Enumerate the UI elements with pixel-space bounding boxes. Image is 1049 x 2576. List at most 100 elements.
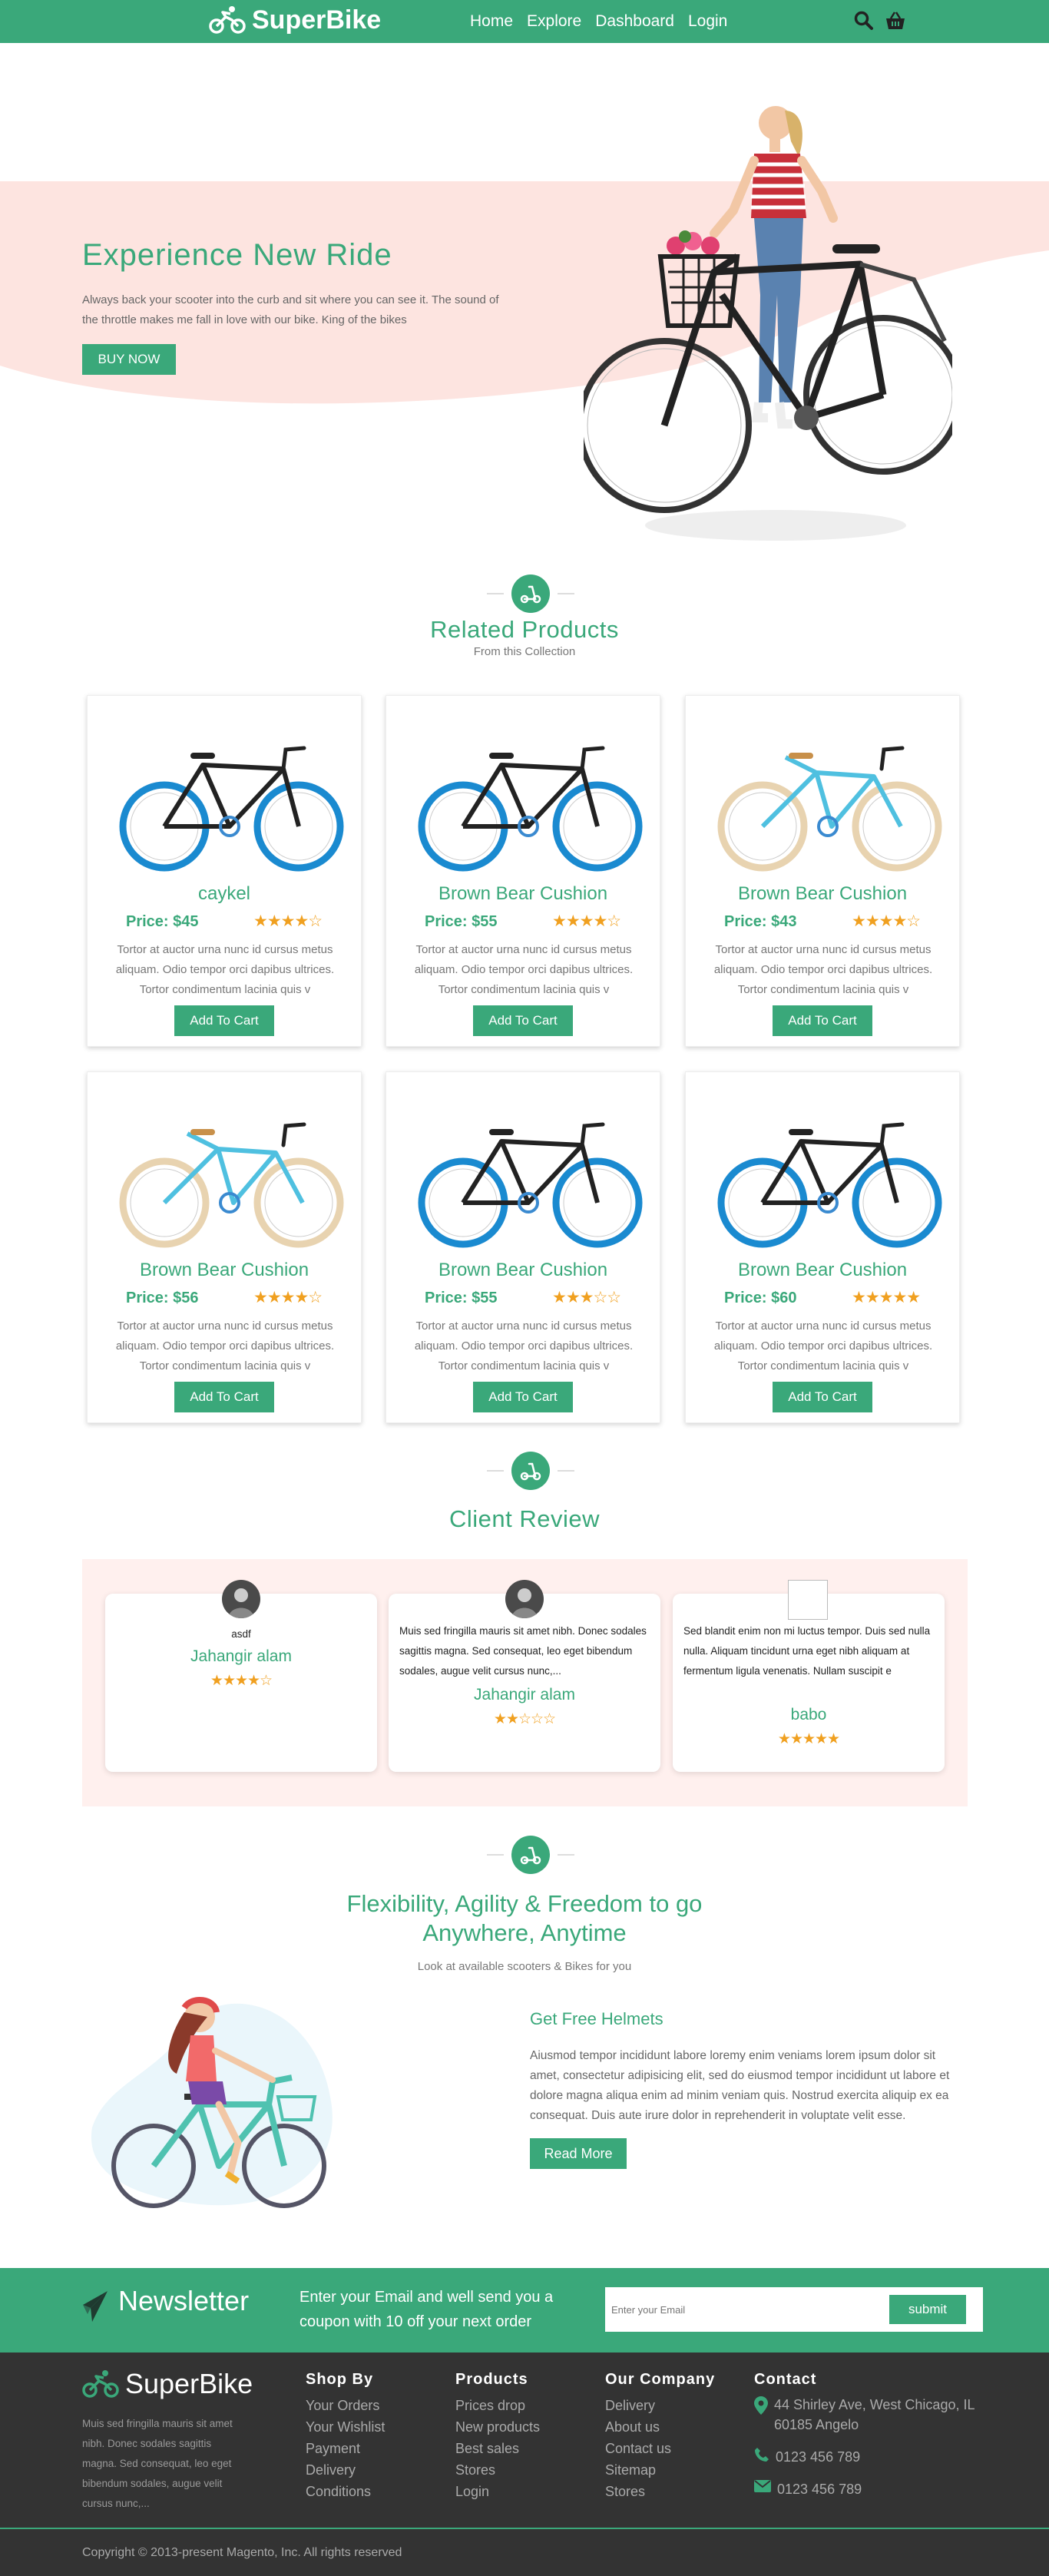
feature-title-line2: Anywhere, Anytime xyxy=(422,1919,627,1946)
reviewer-name: Jahangir alam xyxy=(190,1647,292,1665)
product-name[interactable]: Brown Bear Cushion xyxy=(386,883,660,905)
product-card: caykel Price: $45 ★★★★☆ Tortor at auctor ur… xyxy=(87,695,362,1047)
nav-link-login[interactable]: Login xyxy=(688,12,727,31)
product-card: Brown Bear Cushion Price: $56 ★★★★☆ Tortor … xyxy=(87,1071,362,1423)
footer-link[interactable]: Payment xyxy=(306,2438,385,2459)
review-stars: ★★☆☆☆ xyxy=(493,1711,556,1727)
footer-link[interactable]: Your Orders xyxy=(306,2395,385,2416)
email-input[interactable] xyxy=(611,2296,872,2323)
scooter-icon xyxy=(520,1462,541,1481)
product-description: Tortor at auctor urna nunc id cursus met… xyxy=(115,1319,335,1372)
brand-logo[interactable]: SuperBike xyxy=(209,5,381,35)
paper-plane-icon xyxy=(83,2291,108,2322)
newsletter-title: Newsletter xyxy=(118,2285,250,2316)
submit-button[interactable]: submit xyxy=(889,2295,966,2324)
reviewer-name: babo xyxy=(790,1706,827,1723)
feature-heading: Get Free Helmets xyxy=(530,2009,663,2028)
contact-address-text: 44 Shirley Ave, West Chicago, IL 60185 A… xyxy=(774,2397,975,2432)
product-name[interactable]: Brown Bear Cushion xyxy=(686,883,959,905)
feature-text: Aiusmod tempor incididunt labore loremy … xyxy=(530,2049,950,2122)
map-pin-icon xyxy=(754,2396,768,2415)
product-card: Brown Bear Cushion Price: $55 ★★★☆☆ Tortor … xyxy=(386,1071,660,1423)
review-card: Muis sed fringilla mauris sit amet nibh.… xyxy=(389,1580,660,1772)
related-title: Related Products xyxy=(430,616,619,643)
footer-link[interactable]: Contact us xyxy=(605,2438,715,2459)
bicycle-image[interactable] xyxy=(701,1088,945,1249)
footer-brand[interactable]: SuperBike xyxy=(82,2368,253,2400)
product-description: Tortor at auctor urna nunc id cursus met… xyxy=(414,943,634,996)
footer-link[interactable]: Your Wishlist xyxy=(306,2416,385,2438)
footer-link[interactable]: About us xyxy=(605,2416,715,2438)
footer-col-title: Our Company xyxy=(605,2371,716,2388)
nav-icons xyxy=(854,11,906,31)
footer-link[interactable]: New products xyxy=(455,2416,540,2438)
cyclist-icon xyxy=(209,6,246,34)
read-more-button[interactable]: Read More xyxy=(530,2138,627,2169)
product-description: Tortor at auctor urna nunc id cursus met… xyxy=(713,943,933,996)
add-to-cart-button[interactable]: Add To Cart xyxy=(174,1382,274,1412)
contact-phone: 0123 456 789 xyxy=(754,2447,984,2467)
footer-link[interactable]: Best sales xyxy=(455,2438,540,2459)
bicycle-image[interactable] xyxy=(103,711,347,872)
product-rating-stars: ★★★★☆ xyxy=(253,912,323,930)
product-rating-stars: ★★★☆☆ xyxy=(552,1289,621,1306)
woman-with-bicycle-image xyxy=(584,106,952,541)
review-stars: ★★★★★ xyxy=(777,1731,840,1747)
hero-title: Experience New Ride xyxy=(82,238,392,272)
bicycle-image[interactable] xyxy=(402,1088,646,1249)
scooter-icon xyxy=(520,1846,541,1865)
feature-title: Flexibility, Agility & Freedom to go Any… xyxy=(0,1889,1049,1948)
review-section-icon xyxy=(487,1452,574,1490)
footer-link[interactable]: Stores xyxy=(605,2481,715,2502)
review-text: Sed blandit enim non mi luctus tempor. D… xyxy=(683,1625,931,1677)
footer-col-title: Contact xyxy=(754,2371,817,2388)
product-rating-stars: ★★★★☆ xyxy=(552,912,621,930)
main-menu: Home Explore Dashboard Login xyxy=(470,12,727,31)
product-name[interactable]: caykel xyxy=(88,883,361,905)
phone-icon xyxy=(755,2448,769,2462)
product-name[interactable]: Brown Bear Cushion xyxy=(88,1260,361,1281)
footer-link[interactable]: Prices drop xyxy=(455,2395,540,2416)
nav-link-dashboard[interactable]: Dashboard xyxy=(595,12,674,31)
search-icon[interactable] xyxy=(854,11,874,31)
contact-phone-text: 0123 456 789 xyxy=(776,2449,861,2465)
add-to-cart-button[interactable]: Add To Cart xyxy=(473,1005,573,1036)
footer-link[interactable]: Delivery xyxy=(605,2395,715,2416)
avatar xyxy=(222,1580,260,1618)
bicycle-image[interactable] xyxy=(402,711,646,872)
add-to-cart-button[interactable]: Add To Cart xyxy=(773,1382,872,1412)
product-rating-stars: ★★★★☆ xyxy=(852,912,921,930)
contact-mail-text: 0123 456 789 xyxy=(777,2482,862,2497)
bicycle-image[interactable] xyxy=(103,1088,347,1249)
review-card: asdf Jahangir alam ★★★★☆ xyxy=(105,1580,377,1772)
product-rating-stars: ★★★★☆ xyxy=(253,1289,323,1306)
buy-now-button[interactable]: BUY NOW xyxy=(82,344,176,375)
add-to-cart-button[interactable]: Add To Cart xyxy=(473,1382,573,1412)
product-card: Brown Bear Cushion Price: $55 ★★★★☆ Tortor … xyxy=(386,695,660,1047)
footer-col-products: Products Prices drop New products Best s… xyxy=(455,2371,540,2502)
review-text: Muis sed fringilla mauris sit amet nibh.… xyxy=(399,1625,647,1677)
product-name[interactable]: Brown Bear Cushion xyxy=(386,1260,660,1281)
footer-col-shop: Shop By Your Orders Your Wishlist Paymen… xyxy=(306,2371,385,2502)
feature-title-line1: Flexibility, Agility & Freedom to go xyxy=(346,1890,703,1917)
related-subtitle: From this Collection xyxy=(473,645,576,658)
nav-link-home[interactable]: Home xyxy=(470,12,513,31)
footer-link[interactable]: Delivery xyxy=(306,2459,385,2481)
basket-icon[interactable] xyxy=(885,11,906,31)
add-to-cart-button[interactable]: Add To Cart xyxy=(773,1005,872,1036)
footer-link[interactable]: Stores xyxy=(455,2459,540,2481)
footer-link[interactable]: Login xyxy=(455,2481,540,2502)
product-card: Brown Bear Cushion Price: $60 ★★★★★ Tortor … xyxy=(685,1071,960,1423)
newsletter-section: Newsletter Enter your Email and well sen… xyxy=(0,2268,1049,2353)
product-price: Price: $56 xyxy=(126,1290,199,1306)
add-to-cart-button[interactable]: Add To Cart xyxy=(174,1005,274,1036)
product-price: Price: $45 xyxy=(126,913,199,930)
reviewer-name: Jahangir alam xyxy=(474,1686,575,1704)
nav-link-explore[interactable]: Explore xyxy=(527,12,581,31)
footer-col-contact: Contact 44 Shirley Ave, West Chicago, IL… xyxy=(754,2371,984,2511)
feature-subtitle: Look at available scooters & Bikes for y… xyxy=(417,1960,632,1973)
footer-link[interactable]: Conditions xyxy=(306,2481,385,2502)
product-name[interactable]: Brown Bear Cushion xyxy=(686,1260,959,1281)
footer-link[interactable]: Sitemap xyxy=(605,2459,715,2481)
bicycle-image[interactable] xyxy=(701,711,945,872)
